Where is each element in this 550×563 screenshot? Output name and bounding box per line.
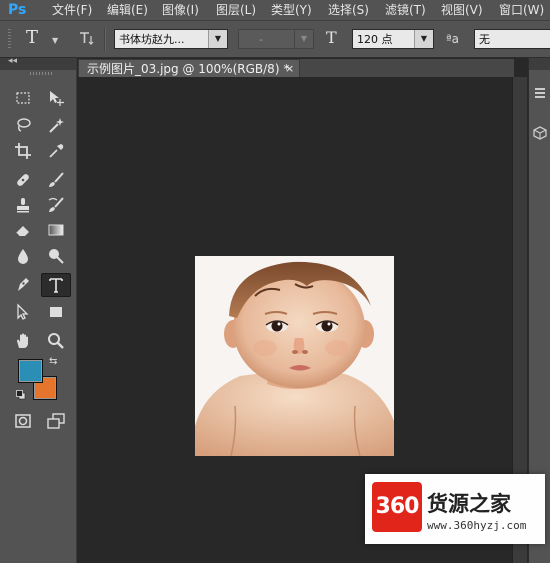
- hand-icon: [17, 333, 28, 348]
- eraser-tool[interactable]: [11, 219, 35, 241]
- menu-bar: Ps 文件(F) 编辑(E) 图像(I) 图层(L) 类型(Y) 选择(S) 滤…: [0, 0, 550, 21]
- rectangle-icon: [50, 307, 62, 317]
- chevron-down-icon: ▼: [208, 30, 227, 48]
- pen-tool[interactable]: [11, 273, 35, 295]
- menu-select[interactable]: 选择(S): [328, 0, 369, 20]
- menu-file[interactable]: 文件(F): [52, 0, 92, 20]
- lasso-icon: [17, 118, 31, 132]
- collapse-icon[interactable]: ◂◂: [8, 56, 17, 66]
- screen-mode-button[interactable]: [44, 410, 68, 432]
- chevron-down-icon: ▼: [414, 30, 433, 48]
- pen-icon: [18, 278, 29, 291]
- quick-mask-icon: [15, 414, 31, 428]
- chevron-down-icon[interactable]: ▼: [52, 36, 58, 45]
- zoom-tool[interactable]: [44, 330, 68, 352]
- swap-colors-icon[interactable]: ⇆: [49, 356, 57, 367]
- type-icon: [49, 278, 63, 293]
- marquee-icon: [16, 92, 30, 104]
- menu-window[interactable]: 窗口(W): [499, 0, 544, 20]
- tool-preset-picker-icon[interactable]: T: [26, 27, 38, 48]
- history-panel-icon[interactable]: [533, 86, 547, 100]
- panel-dock-header: [529, 58, 550, 70]
- menu-type[interactable]: 类型(Y): [271, 0, 312, 20]
- dodge-tool[interactable]: [44, 245, 68, 267]
- path-selection-icon: [17, 303, 29, 320]
- watermark-site-name: 货源之家: [427, 491, 511, 516]
- quick-mask-button[interactable]: [11, 410, 35, 432]
- brush-icon: [49, 172, 64, 187]
- document-image[interactable]: [195, 256, 394, 456]
- history-brush-tool[interactable]: [44, 194, 68, 216]
- watermark-url: www.360hyzj.com: [427, 519, 527, 532]
- history-brush-icon: [48, 197, 64, 212]
- magic-wand-icon: [49, 118, 64, 133]
- document-tab[interactable]: 示例图片_03.jpg @ 100%(RGB/8) * ×: [78, 59, 300, 77]
- site-watermark: 360 货源之家 www.360hyzj.com: [365, 474, 545, 544]
- photoshop-logo: Ps: [8, 2, 27, 18]
- marquee-tool[interactable]: [11, 87, 35, 109]
- close-icon[interactable]: ×: [285, 60, 294, 78]
- eyedropper-icon: [49, 144, 64, 158]
- blur-icon: [18, 249, 28, 264]
- menu-view[interactable]: 视图(V): [441, 0, 483, 20]
- brush-tool[interactable]: [44, 169, 68, 191]
- document-tab-strip: [300, 59, 514, 77]
- font-style-select[interactable]: - ▼: [238, 29, 314, 49]
- foreground-color-swatch[interactable]: [18, 359, 43, 383]
- lasso-tool[interactable]: [11, 114, 35, 136]
- move-icon: [50, 91, 64, 106]
- menu-image[interactable]: 图像(I): [162, 0, 199, 20]
- font-size-select[interactable]: 120 点 ▼: [352, 29, 434, 49]
- font-family-value: 书体坊赵九...: [119, 33, 185, 46]
- zoom-icon: [48, 333, 64, 349]
- hand-tool[interactable]: [11, 330, 35, 352]
- toolbox-grip[interactable]: [30, 72, 52, 75]
- text-orientation-icon[interactable]: [78, 30, 94, 46]
- font-style-value: -: [259, 33, 263, 46]
- eraser-icon: [15, 226, 29, 237]
- menu-layer[interactable]: 图层(L): [216, 0, 256, 20]
- antialias-value: 无: [479, 33, 490, 46]
- font-size-value: 120 点: [357, 33, 393, 46]
- clone-stamp-icon: [17, 198, 29, 213]
- baby-photo: [195, 256, 394, 456]
- healing-brush-tool[interactable]: [11, 169, 35, 191]
- antialias-icon: ªa: [446, 32, 460, 46]
- gradient-tool[interactable]: [44, 219, 68, 241]
- document-tab-title: 示例图片_03.jpg @ 100%(RGB/8) *: [87, 62, 290, 76]
- 360-logo: 360: [372, 482, 422, 532]
- type-tool[interactable]: [41, 273, 71, 297]
- toolbox-header: ◂◂: [0, 56, 76, 70]
- options-bar: T ▼ 书体坊赵九... ▼ - ▼ T 120 点 ▼ ªa 无: [0, 21, 550, 58]
- eyedropper-tool[interactable]: [44, 140, 68, 162]
- path-selection-tool[interactable]: [11, 301, 35, 323]
- screen-mode-icon: [47, 413, 65, 429]
- menu-edit[interactable]: 编辑(E): [107, 0, 148, 20]
- gradient-icon: [48, 224, 64, 236]
- toolbox: ◂◂ ⇆: [0, 56, 77, 563]
- blur-tool[interactable]: [11, 245, 35, 267]
- options-bar-grip[interactable]: [8, 29, 11, 49]
- font-family-select[interactable]: 书体坊赵九... ▼: [114, 29, 228, 49]
- antialias-select[interactable]: 无: [474, 29, 550, 49]
- crop-icon: [15, 143, 31, 159]
- 3d-panel-icon[interactable]: [533, 126, 547, 140]
- move-tool[interactable]: [44, 87, 68, 109]
- dodge-icon: [49, 249, 64, 264]
- clone-stamp-tool[interactable]: [11, 194, 35, 216]
- rectangle-tool[interactable]: [44, 301, 68, 323]
- divider: [104, 27, 106, 51]
- font-size-icon: T: [326, 28, 337, 47]
- crop-tool[interactable]: [11, 140, 35, 162]
- chevron-down-icon: ▼: [294, 30, 313, 48]
- default-colors-icon[interactable]: [16, 390, 26, 400]
- healing-brush-icon: [17, 174, 29, 186]
- menu-filter[interactable]: 滤镜(T): [385, 0, 426, 20]
- magic-wand-tool[interactable]: [44, 114, 68, 136]
